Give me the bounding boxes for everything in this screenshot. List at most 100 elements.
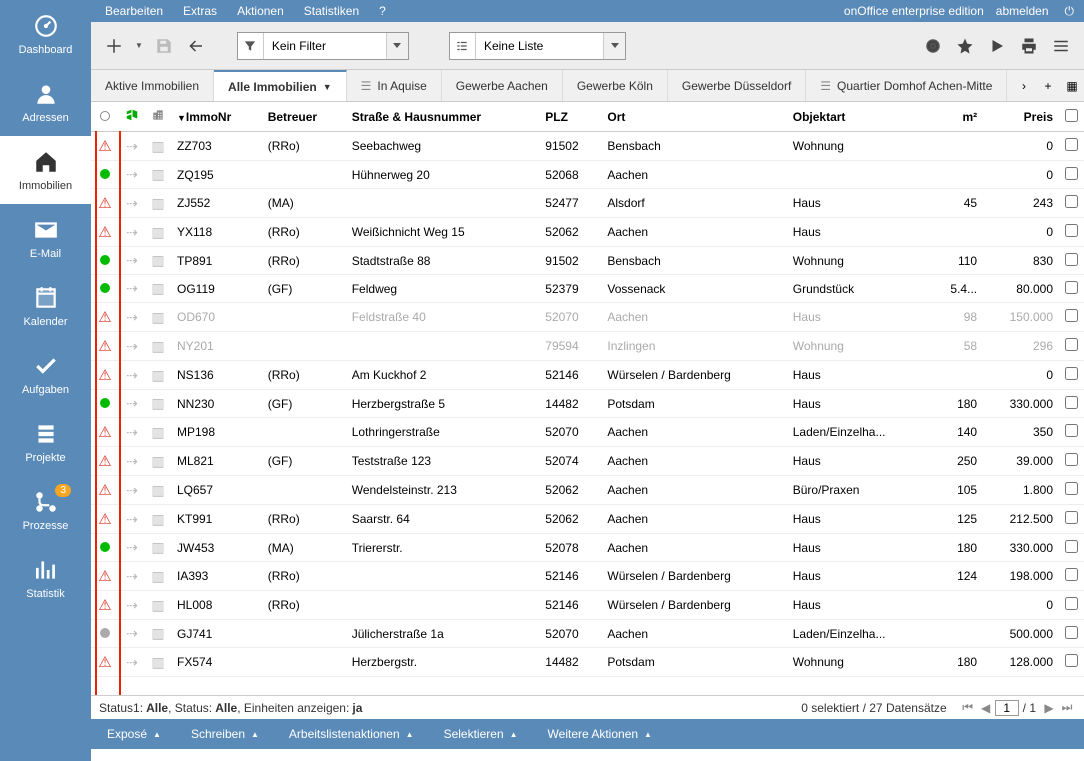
col-status[interactable] (91, 102, 119, 132)
row-checkbox[interactable] (1065, 626, 1078, 639)
col-immonr[interactable]: ▼ImmoNr (171, 102, 262, 132)
row-checkbox[interactable] (1065, 367, 1078, 380)
save-button[interactable] (153, 35, 175, 57)
row-checkbox[interactable] (1065, 540, 1078, 553)
link-icon[interactable]: ⇢ (126, 539, 138, 555)
print-icon[interactable] (1018, 35, 1040, 57)
row-checkbox[interactable] (1065, 568, 1078, 581)
page-input[interactable] (995, 700, 1019, 716)
nav-immobilien[interactable]: Immobilien (0, 136, 91, 204)
link-icon[interactable]: ⇢ (126, 252, 138, 268)
row-checkbox[interactable] (1065, 396, 1078, 409)
menu-extras[interactable]: Extras (175, 2, 225, 20)
table-row[interactable]: ⚠ ⇢ ▥ NY201 79594 Inzlingen Wohnung 58 2… (91, 332, 1084, 361)
row-checkbox[interactable] (1065, 224, 1078, 237)
table-row[interactable]: ⚠ ⇢ ▥ OD670 Feldstraße 40 52070 Aachen H… (91, 303, 1084, 332)
tab-gewerbe-köln[interactable]: Gewerbe Köln (563, 70, 668, 101)
power-icon[interactable]: ⏻ (1061, 4, 1079, 19)
action-arbeitslistenaktionen[interactable]: Arbeitslistenaktionen▲ (275, 719, 428, 749)
row-checkbox[interactable] (1065, 138, 1078, 151)
row-checkbox[interactable] (1065, 654, 1078, 667)
action-weitere-aktionen[interactable]: Weitere Aktionen▲ (534, 719, 666, 749)
tab-aktive-immobilien[interactable]: Aktive Immobilien (91, 70, 214, 101)
table-row[interactable]: ⚠ ⇢ ▥ NS136 (RRo) Am Kuckhof 2 52146 Wür… (91, 361, 1084, 390)
menu-bearbeiten[interactable]: Bearbeiten (97, 2, 171, 20)
link-icon[interactable]: ⇢ (126, 568, 138, 584)
row-checkbox[interactable] (1065, 309, 1078, 322)
back-button[interactable] (185, 35, 207, 57)
link-icon[interactable]: ⇢ (126, 654, 138, 670)
col-ort[interactable]: Ort (601, 102, 786, 132)
link-icon[interactable]: ⇢ (126, 138, 138, 154)
page-first-icon[interactable]: ⏮ (959, 699, 977, 717)
table-row[interactable]: ⚠ ⇢ ▥ IA393 (RRo) 52146 Würselen / Barde… (91, 562, 1084, 591)
nav-adressen[interactable]: Adressen (0, 68, 91, 136)
nav-projekte[interactable]: Projekte (0, 408, 91, 476)
tab-grid-icon[interactable]: ▦ (1060, 70, 1084, 101)
page-next-icon[interactable]: ▶ (1040, 699, 1058, 717)
action-exposé[interactable]: Exposé▲ (93, 719, 175, 749)
menu-statistiken[interactable]: Statistiken (296, 2, 367, 20)
menu-aktionen[interactable]: Aktionen (229, 2, 292, 20)
row-checkbox[interactable] (1065, 195, 1078, 208)
nav-kalender[interactable]: Kalender (0, 272, 91, 340)
action-selektieren[interactable]: Selektieren▲ (430, 719, 532, 749)
link-icon[interactable]: ⇢ (126, 195, 138, 211)
link-icon[interactable]: ⇢ (126, 395, 138, 411)
table-row[interactable]: ⚠ ⇢ ▥ MP198 Lothringerstraße 52070 Aache… (91, 418, 1084, 447)
row-checkbox[interactable] (1065, 597, 1078, 610)
tab-add-icon[interactable]: + (1036, 70, 1060, 101)
table-row[interactable]: ⚠ ⇢ ▥ FX574 Herzbergstr. 14482 Potsdam W… (91, 648, 1084, 677)
row-checkbox[interactable] (1065, 424, 1078, 437)
link-icon[interactable]: ⇢ (126, 424, 138, 440)
tab-scroll-right-icon[interactable]: › (1012, 70, 1036, 101)
col-link-icon[interactable] (119, 102, 145, 132)
menu-help[interactable]: ? (371, 2, 394, 20)
link-icon[interactable]: ⇢ (126, 453, 138, 469)
target-icon[interactable] (922, 35, 944, 57)
tab-quartier-domhof-achen-mitte[interactable]: ☰Quartier Domhof Achen-Mitte (806, 70, 1007, 101)
row-checkbox[interactable] (1065, 253, 1078, 266)
tab-alle-immobilien[interactable]: Alle Immobilien▼ (214, 70, 347, 101)
col-building-icon[interactable] (145, 102, 171, 132)
table-row[interactable]: ⚠ ⇢ ▥ ML821 (GF) Teststraße 123 52074 Aa… (91, 447, 1084, 476)
link-icon[interactable]: ⇢ (126, 338, 138, 354)
table-row[interactable]: ⇢ ▥ GJ741 Jülicherstraße 1a 52070 Aachen… (91, 620, 1084, 648)
link-icon[interactable]: ⇢ (126, 625, 138, 641)
link-icon[interactable]: ⇢ (126, 309, 138, 325)
link-icon[interactable]: ⇢ (126, 166, 138, 182)
table-row[interactable]: ⇢ ▥ ZQ195 Hühnerweg 20 52068 Aachen 0 (91, 161, 1084, 189)
table-row[interactable]: ⚠ ⇢ ▥ LQ657 Wendelsteinstr. 213 52062 Aa… (91, 476, 1084, 505)
table-row[interactable]: ⚠ ⇢ ▥ ZJ552 (MA) 52477 Alsdorf Haus 45 2… (91, 189, 1084, 218)
tab-gewerbe-düsseldorf[interactable]: Gewerbe Düsseldorf (668, 70, 806, 101)
col-select-all[interactable] (1059, 102, 1084, 132)
col-preis[interactable]: Preis (983, 102, 1059, 132)
col-objektart[interactable]: Objektart (787, 102, 930, 132)
row-checkbox[interactable] (1065, 482, 1078, 495)
nav-e-mail[interactable]: E-Mail (0, 204, 91, 272)
col-plz[interactable]: PLZ (539, 102, 601, 132)
action-schreiben[interactable]: Schreiben▲ (177, 719, 273, 749)
tab-gewerbe-aachen[interactable]: Gewerbe Aachen (442, 70, 563, 101)
add-button[interactable] (103, 35, 125, 57)
row-checkbox[interactable] (1065, 167, 1078, 180)
table-row[interactable]: ⚠ ⇢ ▥ YX118 (RRo) Weißichnicht Weg 15 52… (91, 218, 1084, 247)
link-icon[interactable]: ⇢ (126, 511, 138, 527)
table-row[interactable]: ⚠ ⇢ ▥ HL008 (RRo) 52146 Würselen / Barde… (91, 591, 1084, 620)
play-icon[interactable] (986, 35, 1008, 57)
list-dropdown[interactable]: Keine Liste (449, 32, 626, 60)
page-last-icon[interactable]: ⏭ (1058, 699, 1076, 717)
table-row[interactable]: ⚠ ⇢ ▥ ZZ703 (RRo) Seebachweg 91502 Bensb… (91, 132, 1084, 161)
col-strasse[interactable]: Straße & Hausnummer (346, 102, 540, 132)
link-icon[interactable]: ⇢ (126, 482, 138, 498)
link-icon[interactable]: ⇢ (126, 367, 138, 383)
nav-statistik[interactable]: Statistik (0, 544, 91, 612)
link-icon[interactable]: ⇢ (126, 597, 138, 613)
row-checkbox[interactable] (1065, 511, 1078, 524)
link-icon[interactable]: ⇢ (126, 224, 138, 240)
nav-dashboard[interactable]: Dashboard (0, 0, 91, 68)
col-m2[interactable]: m² (930, 102, 983, 132)
link-icon[interactable]: ⇢ (126, 280, 138, 296)
row-checkbox[interactable] (1065, 453, 1078, 466)
table-row[interactable]: ⇢ ▥ OG119 (GF) Feldweg 52379 Vossenack G… (91, 275, 1084, 303)
